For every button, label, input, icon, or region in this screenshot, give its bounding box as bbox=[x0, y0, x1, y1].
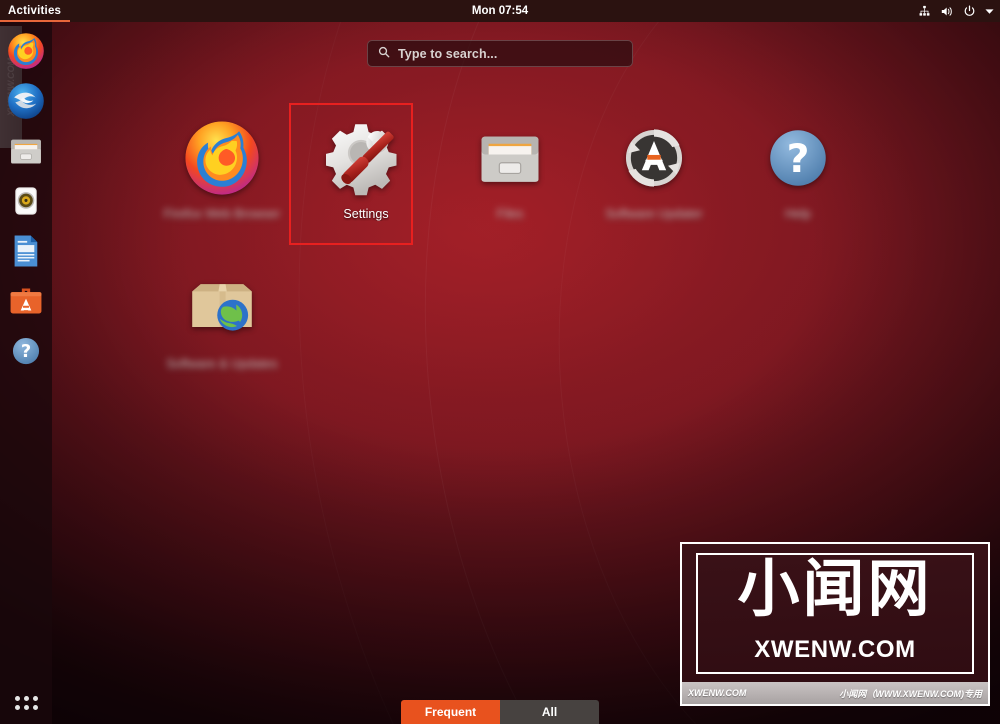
help-icon: ? bbox=[12, 337, 40, 365]
rhythmbox-icon bbox=[15, 187, 37, 215]
svg-text:?: ? bbox=[787, 137, 810, 182]
app-label: Software & Updates bbox=[166, 357, 278, 371]
files-icon bbox=[470, 118, 550, 198]
software-updater-icon bbox=[614, 118, 694, 198]
volume-icon[interactable] bbox=[940, 5, 954, 18]
help-icon: ? bbox=[758, 118, 838, 198]
dock-item-rhythmbox[interactable] bbox=[4, 176, 48, 226]
view-selector: Frequent All bbox=[401, 700, 599, 724]
app-item-help[interactable]: ? Help bbox=[726, 100, 870, 250]
tab-all[interactable]: All bbox=[500, 700, 599, 724]
chevron-down-icon[interactable] bbox=[985, 8, 994, 15]
grid-dots-icon bbox=[14, 696, 38, 710]
dock-item-ubuntu-software[interactable] bbox=[4, 276, 48, 326]
activities-button[interactable]: Activities bbox=[0, 0, 71, 22]
firefox-icon bbox=[8, 33, 44, 69]
dock-item-firefox[interactable] bbox=[4, 26, 48, 76]
app-item-software-updates[interactable]: Software & Updates bbox=[150, 250, 294, 400]
search-input[interactable]: Type to search... bbox=[367, 40, 633, 67]
watermark-strip-left: XWENW.COM bbox=[688, 688, 747, 698]
watermark-strip-right: 小闻网（WWW.XWENW.COM)专用 bbox=[839, 688, 982, 699]
watermark-url: XWENW.COM bbox=[754, 636, 916, 663]
watermark-overlay: 小闻网 XWENW.COM XWENW.COM 小闻网（WWW.XWENW.CO… bbox=[680, 542, 990, 706]
show-applications-button[interactable] bbox=[7, 688, 45, 718]
app-label: Firefox Web Browser bbox=[163, 207, 281, 221]
network-icon[interactable] bbox=[918, 5, 931, 18]
app-grid: Firefox Web Browser Settings Files Softw… bbox=[150, 100, 870, 400]
dock-item-help[interactable]: ? bbox=[4, 326, 48, 376]
search-placeholder: Type to search... bbox=[398, 46, 498, 61]
app-item-software-updater[interactable]: Software Updater bbox=[582, 100, 726, 250]
power-icon[interactable] bbox=[963, 5, 976, 18]
system-status-area[interactable] bbox=[918, 0, 994, 22]
app-label: Settings bbox=[343, 207, 389, 221]
watermark-title: 小闻网 bbox=[737, 552, 933, 625]
firefox-icon bbox=[182, 118, 262, 198]
dash-dock: ? bbox=[0, 22, 52, 724]
search-bar-container: Type to search... bbox=[0, 40, 1000, 67]
files-icon bbox=[11, 139, 41, 164]
top-bar: Activities Mon 07:54 bbox=[0, 0, 1000, 22]
search-icon bbox=[378, 45, 390, 63]
dock-item-thunderbird[interactable] bbox=[4, 76, 48, 126]
svg-text:?: ? bbox=[21, 341, 31, 362]
software-updates-icon bbox=[182, 268, 262, 348]
ubuntu-software-icon bbox=[10, 288, 42, 314]
settings-icon bbox=[326, 118, 406, 198]
activities-label: Activities bbox=[8, 5, 62, 17]
app-item-settings[interactable]: Settings bbox=[294, 100, 438, 250]
tab-frequent[interactable]: Frequent bbox=[401, 700, 500, 724]
dock-item-files[interactable] bbox=[4, 126, 48, 176]
dock-item-libreoffice-writer[interactable] bbox=[4, 226, 48, 276]
thunderbird-icon bbox=[8, 83, 44, 119]
libreoffice-writer-icon bbox=[14, 235, 38, 267]
watermark-bottom-strip: XWENW.COM 小闻网（WWW.XWENW.COM)专用 bbox=[682, 682, 988, 704]
app-label: Software Updater bbox=[605, 207, 703, 221]
app-item-files[interactable]: Files bbox=[438, 100, 582, 250]
clock[interactable]: Mon 07:54 bbox=[0, 0, 1000, 22]
app-label: Help bbox=[785, 207, 811, 221]
app-label: Files bbox=[496, 207, 524, 221]
app-item-firefox[interactable]: Firefox Web Browser bbox=[150, 100, 294, 250]
desktop-screen: Activities Mon 07:54 ? Type to search...… bbox=[0, 0, 1000, 724]
